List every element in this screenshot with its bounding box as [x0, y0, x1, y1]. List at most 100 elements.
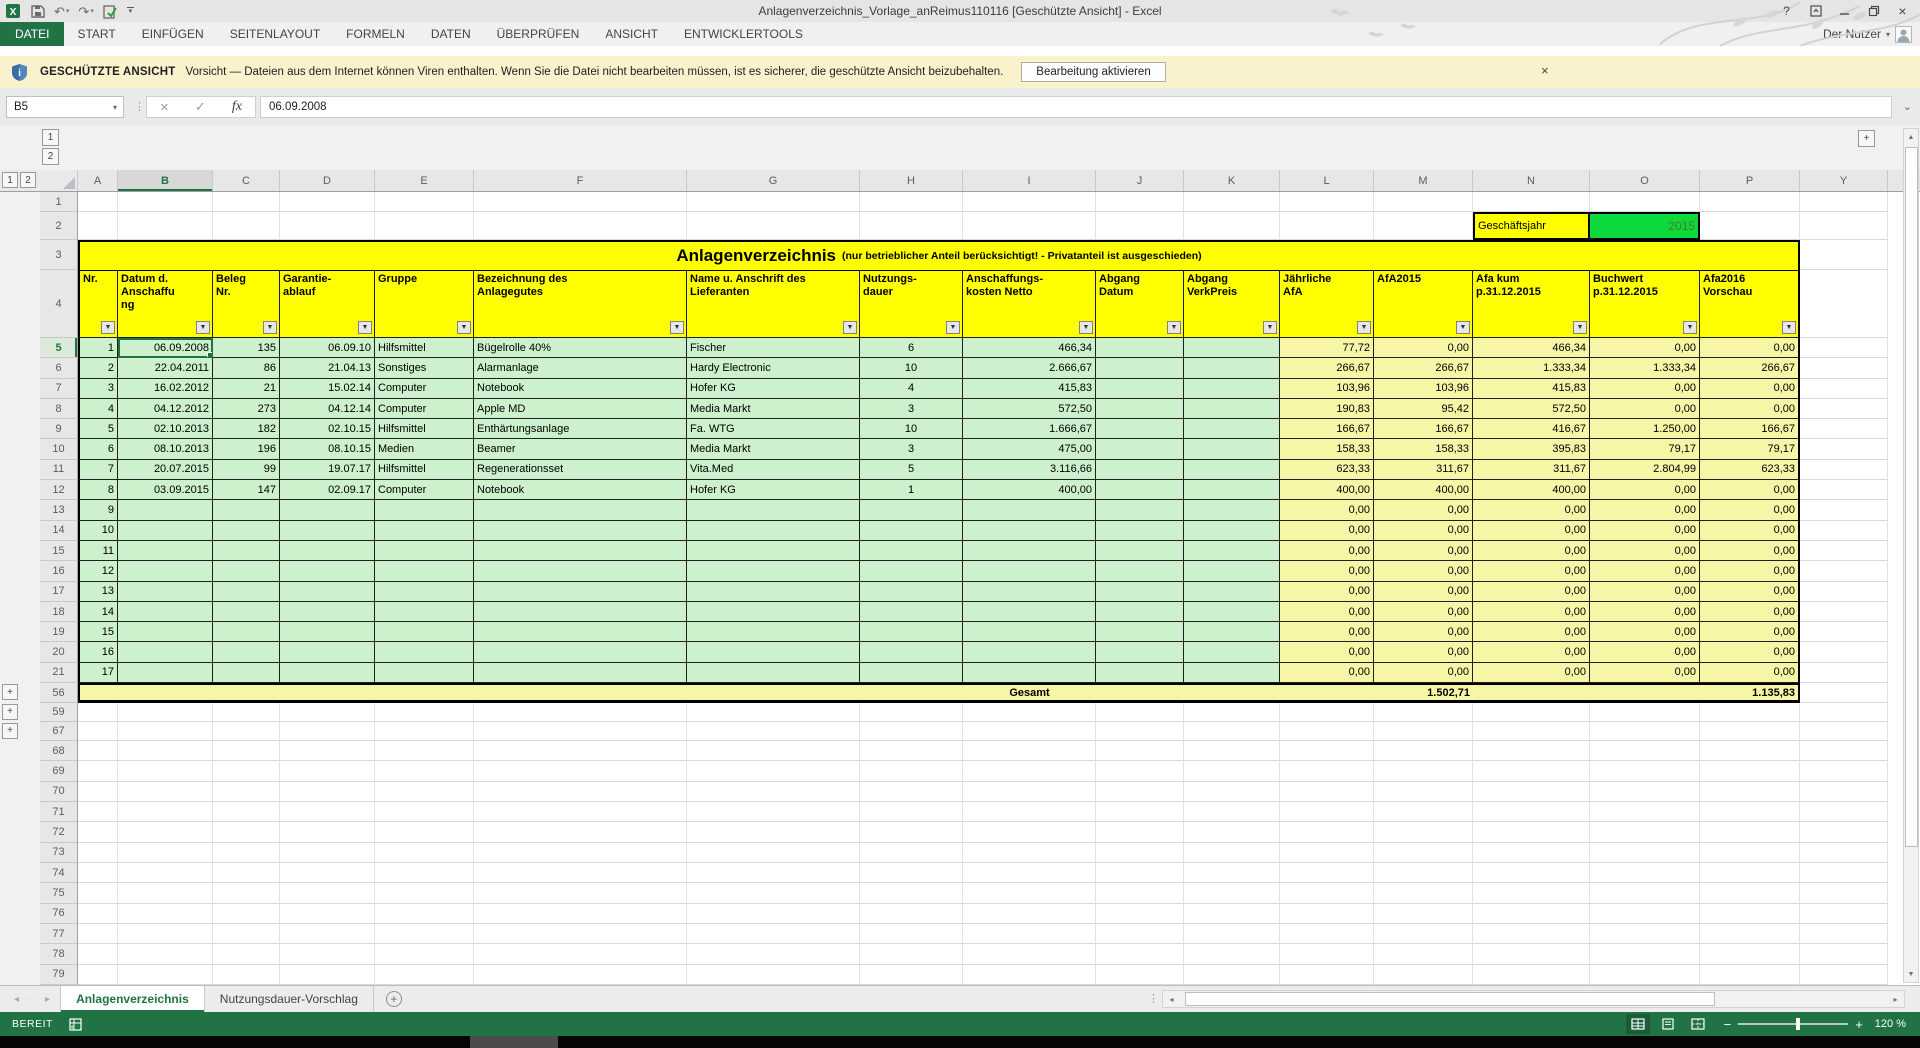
cell-B59[interactable]	[118, 703, 213, 722]
row-header-14[interactable]: 14	[40, 521, 78, 541]
cell-P9[interactable]: 166,67	[1700, 419, 1800, 439]
cell-M78[interactable]	[1374, 944, 1473, 964]
cell-E75[interactable]	[375, 883, 474, 903]
cell-Y77[interactable]	[1800, 924, 1888, 944]
cell-G5[interactable]: Fischer	[687, 338, 860, 358]
cell-Y7[interactable]	[1800, 379, 1888, 399]
page-layout-view-icon[interactable]	[1656, 1014, 1680, 1034]
row-header-15[interactable]: 15	[40, 541, 78, 561]
cell-C59[interactable]	[213, 703, 280, 722]
cell-D56[interactable]	[280, 683, 375, 703]
header-cell-F[interactable]: Bezeichnung des Anlagegutes▼	[474, 270, 687, 338]
cell-G71[interactable]	[687, 802, 860, 822]
cell-A21[interactable]: 17	[78, 663, 118, 683]
scroll-left-icon[interactable]: ◂	[1164, 992, 1179, 1006]
tab-einfuegen[interactable]: EINFÜGEN	[129, 22, 217, 46]
cell-D13[interactable]	[280, 500, 375, 520]
cell-G13[interactable]	[687, 500, 860, 520]
cell-K15[interactable]	[1184, 541, 1280, 561]
cell-O79[interactable]	[1590, 965, 1700, 985]
cell-A8[interactable]: 4	[78, 399, 118, 419]
cell-N1[interactable]	[1473, 192, 1590, 212]
cell-M12[interactable]: 400,00	[1374, 480, 1473, 500]
cell-G16[interactable]	[687, 561, 860, 581]
cell-O69[interactable]	[1590, 761, 1700, 781]
cell-B68[interactable]	[118, 741, 213, 761]
tab-start[interactable]: START	[64, 22, 128, 46]
cell-F74[interactable]	[474, 863, 687, 883]
cell-A20[interactable]: 16	[78, 642, 118, 662]
cell-C7[interactable]: 21	[213, 379, 280, 399]
cell-G17[interactable]	[687, 582, 860, 602]
cell-I13[interactable]	[963, 500, 1096, 520]
cell-P59[interactable]	[1700, 703, 1800, 722]
cell-L77[interactable]	[1280, 924, 1374, 944]
cell-B70[interactable]	[118, 782, 213, 802]
cell-I15[interactable]	[963, 541, 1096, 561]
cell-M17[interactable]: 0,00	[1374, 582, 1473, 602]
cell-O76[interactable]	[1590, 904, 1700, 924]
cell-Y21[interactable]	[1800, 663, 1888, 683]
cell-G72[interactable]	[687, 822, 860, 842]
tab-anlagenverzeichnis[interactable]: Anlagenverzeichnis	[60, 986, 205, 1012]
cell-Y2[interactable]	[1800, 212, 1888, 240]
cell-C12[interactable]: 147	[213, 480, 280, 500]
filter-button-E[interactable]: ▼	[457, 321, 471, 334]
cell-C18[interactable]	[213, 602, 280, 622]
cell-H7[interactable]: 4	[860, 379, 963, 399]
header-cell-P[interactable]: Afa2016 Vorschau▼	[1700, 270, 1800, 338]
row-header-56[interactable]: 56	[40, 683, 78, 703]
horizontal-scrollbar[interactable]: ◂ ▸	[1162, 990, 1905, 1008]
cell-B10[interactable]: 08.10.2013	[118, 439, 213, 459]
cell-A12[interactable]: 8	[78, 480, 118, 500]
scroll-up-icon[interactable]: ▲	[1904, 129, 1918, 145]
cell-A17[interactable]: 13	[78, 582, 118, 602]
cell-A11[interactable]: 7	[78, 460, 118, 480]
row-header-2[interactable]: 2	[40, 212, 78, 240]
cell-O17[interactable]: 0,00	[1590, 582, 1700, 602]
cell-F16[interactable]	[474, 561, 687, 581]
cell-A79[interactable]	[78, 965, 118, 985]
sheet-nav-left-icon[interactable]: ◂	[14, 994, 19, 1005]
column-header-O[interactable]: O	[1590, 170, 1700, 191]
column-header-I[interactable]: I	[963, 170, 1096, 191]
row-outline-level-1-button[interactable]: 1	[2, 172, 18, 188]
cell-N56[interactable]	[1473, 683, 1590, 703]
cell-K69[interactable]	[1184, 761, 1280, 781]
cell-B79[interactable]	[118, 965, 213, 985]
cell-O59[interactable]	[1590, 703, 1700, 722]
column-header-C[interactable]: C	[213, 170, 280, 191]
cell-K72[interactable]	[1184, 822, 1280, 842]
cell-P72[interactable]	[1700, 822, 1800, 842]
cell-J79[interactable]	[1096, 965, 1184, 985]
cell-J12[interactable]	[1096, 480, 1184, 500]
cell-E1[interactable]	[375, 192, 474, 212]
row-header-9[interactable]: 9	[40, 419, 78, 439]
column-header-B[interactable]: B	[118, 170, 213, 191]
cell-D17[interactable]	[280, 582, 375, 602]
cell-N9[interactable]: 416,67	[1473, 419, 1590, 439]
cell-F13[interactable]	[474, 500, 687, 520]
cell-E14[interactable]	[375, 521, 474, 541]
cell-J8[interactable]	[1096, 399, 1184, 419]
cell-A77[interactable]	[78, 924, 118, 944]
expand-rows-button-67[interactable]: +	[2, 723, 18, 739]
cell-Y10[interactable]	[1800, 439, 1888, 459]
cell-J16[interactable]	[1096, 561, 1184, 581]
cell-H12[interactable]: 1	[860, 480, 963, 500]
cell-F73[interactable]	[474, 843, 687, 863]
cell-J5[interactable]	[1096, 338, 1184, 358]
cell-D16[interactable]	[280, 561, 375, 581]
cell-L15[interactable]: 0,00	[1280, 541, 1374, 561]
tab-nutzungsdauer-vorschlag[interactable]: Nutzungsdauer-Vorschlag	[205, 986, 374, 1012]
filter-button-P[interactable]: ▼	[1782, 321, 1796, 334]
cell-P56[interactable]: 1.135,83	[1700, 683, 1800, 703]
cell-F78[interactable]	[474, 944, 687, 964]
cell-O8[interactable]: 0,00	[1590, 399, 1700, 419]
cell-N74[interactable]	[1473, 863, 1590, 883]
cell-C5[interactable]: 135	[213, 338, 280, 358]
cell-L17[interactable]: 0,00	[1280, 582, 1374, 602]
cell-F19[interactable]	[474, 622, 687, 642]
cell-P79[interactable]	[1700, 965, 1800, 985]
cell-I71[interactable]	[963, 802, 1096, 822]
